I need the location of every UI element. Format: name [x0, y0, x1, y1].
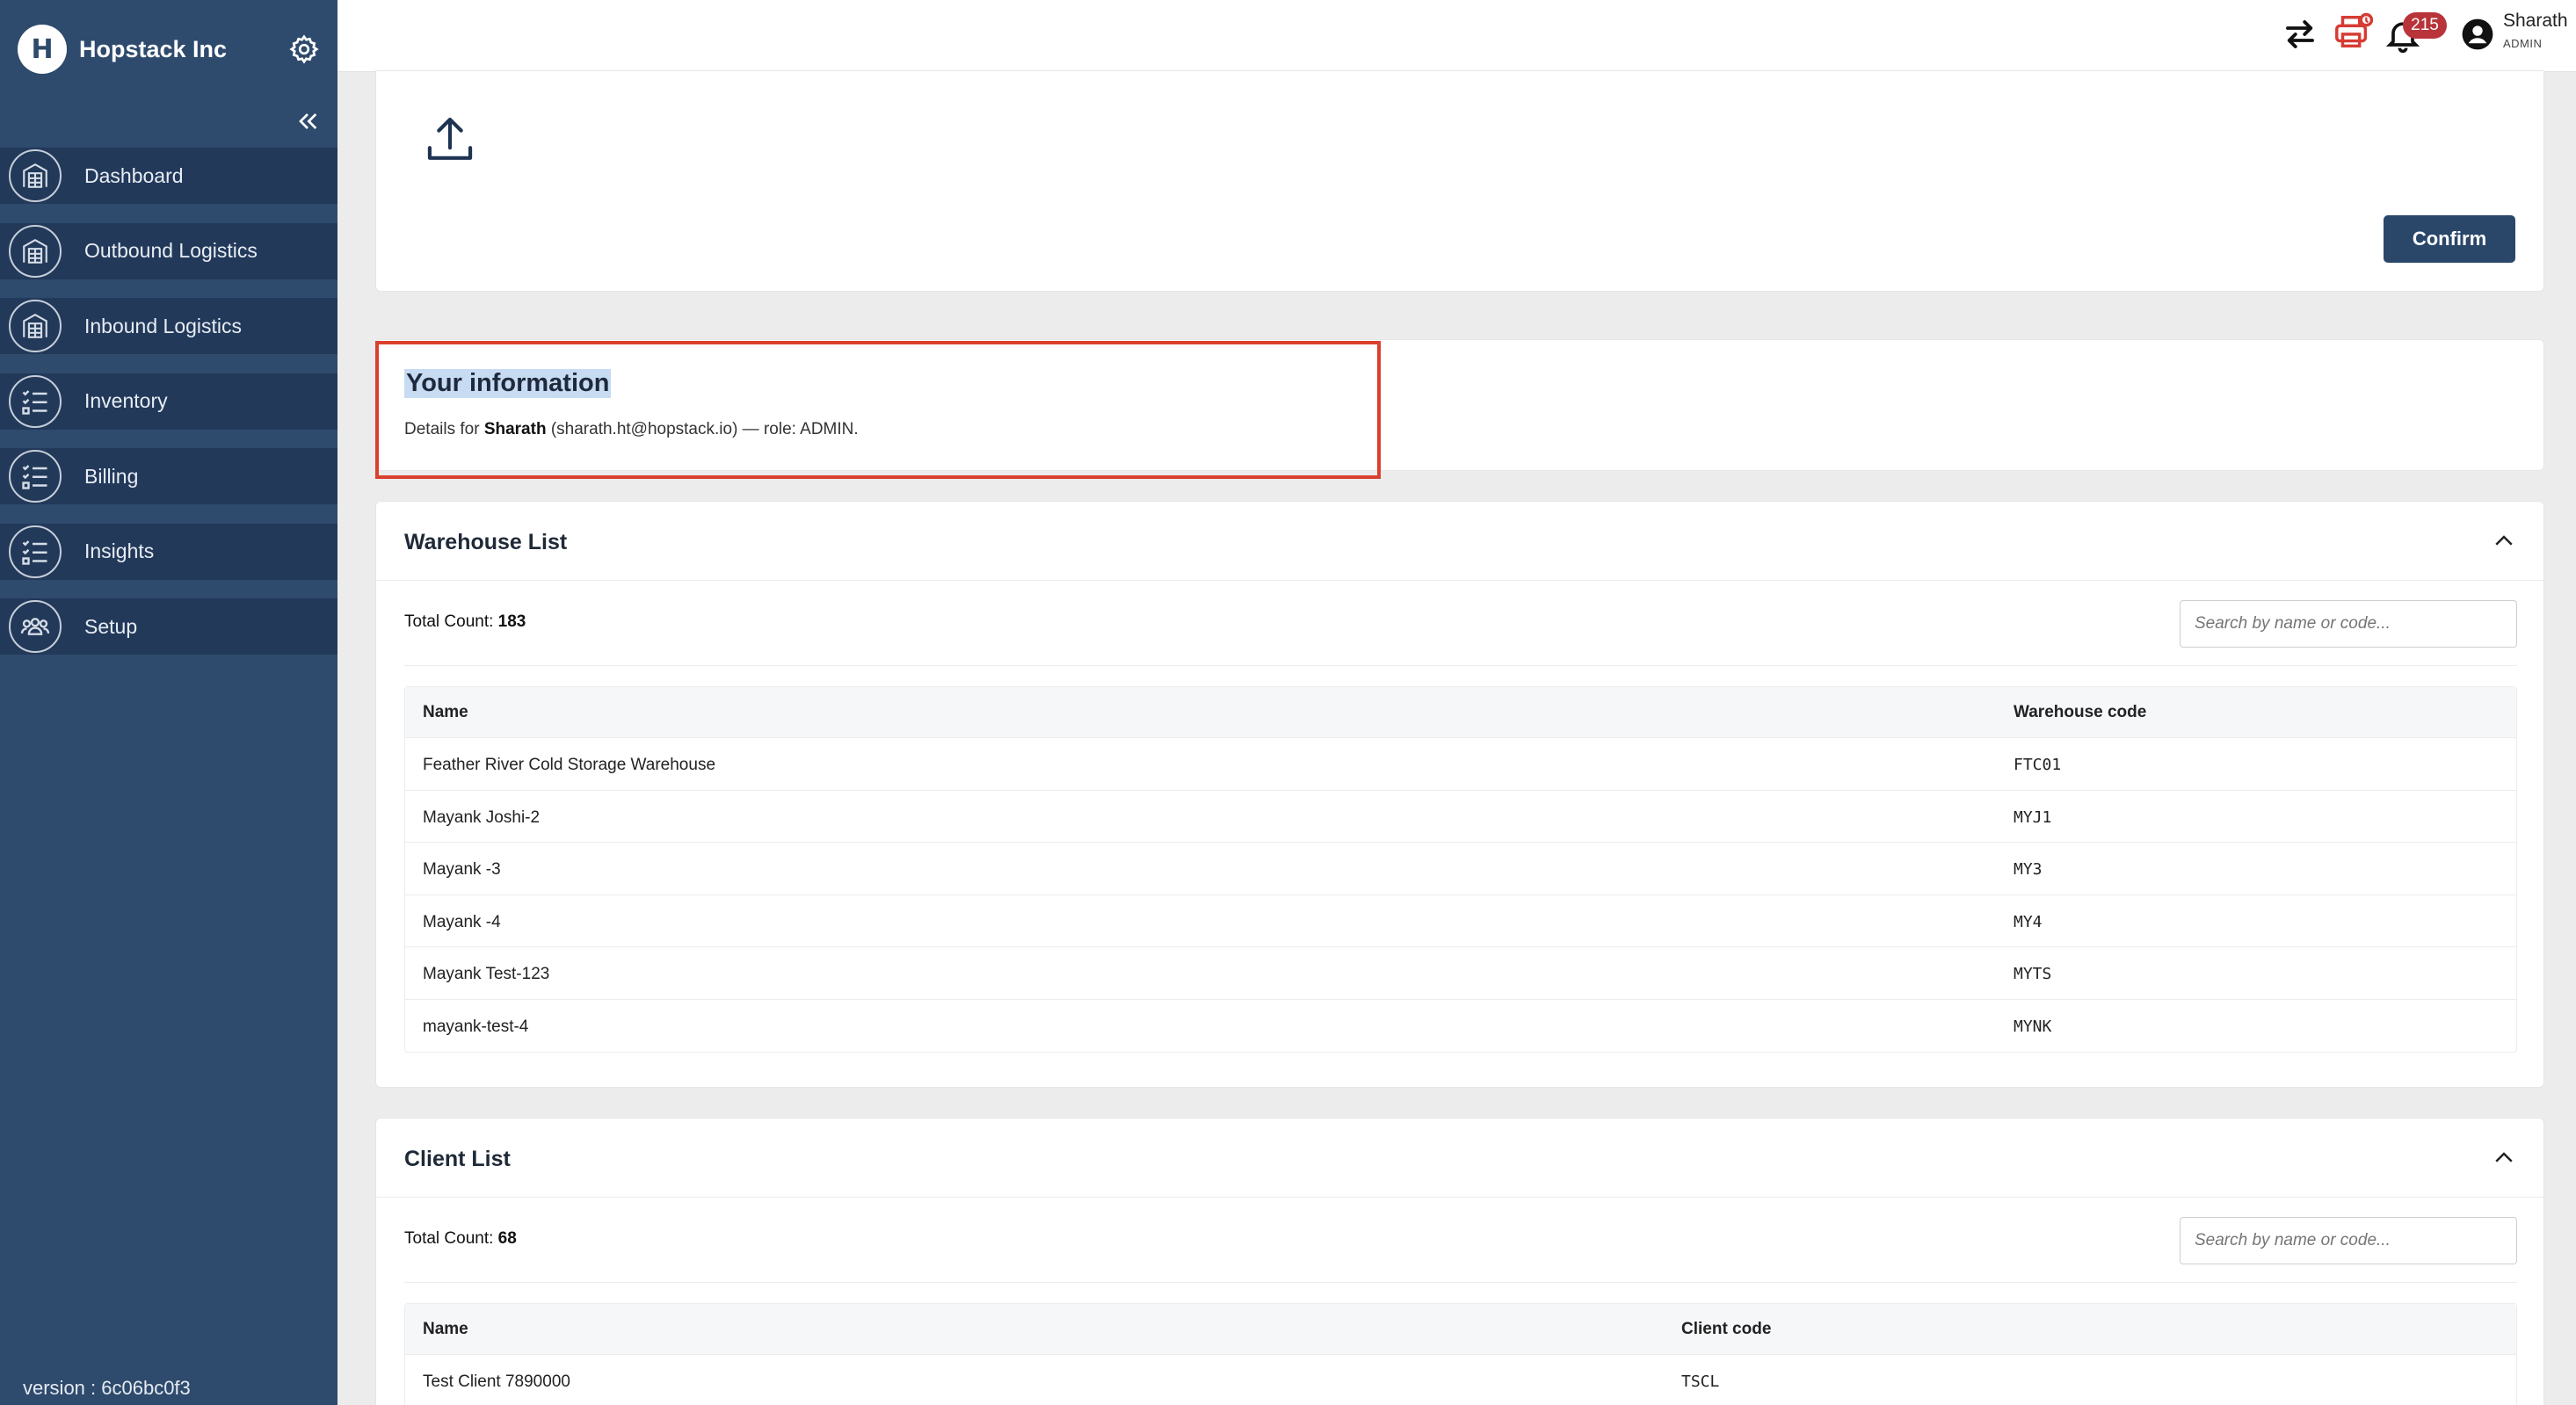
warehouse-icon — [9, 300, 62, 352]
upload-card: Confirm — [375, 70, 2544, 292]
user-name: Sharath — [2503, 11, 2568, 31]
client-name: Test Client 7890000 — [423, 1372, 570, 1391]
client-search-input[interactable] — [2180, 1217, 2517, 1264]
table-row[interactable]: Mayank -4 MY4 — [405, 895, 2516, 947]
sidebar-item-setup[interactable]: Setup — [0, 598, 337, 655]
warehouse-list-header[interactable]: Warehouse List — [376, 502, 2543, 581]
notification-badge[interactable]: 215 — [2403, 12, 2447, 39]
upload-icon[interactable] — [425, 113, 475, 166]
user-menu[interactable]: Sharath ADMIN — [2503, 11, 2568, 50]
confirm-button[interactable]: Confirm — [2384, 215, 2515, 263]
table-row[interactable]: Mayank Joshi-2 MYJ1 — [405, 791, 2516, 843]
sidebar-item-label: Outbound Logistics — [84, 239, 258, 262]
brand-name: Hopstack Inc — [79, 35, 228, 62]
warehouse-code: MYJ1 — [2014, 808, 2052, 827]
warehouse-name: Mayank -3 — [423, 860, 501, 879]
version-label: version : 6c06bc0f3 — [23, 1377, 191, 1399]
user-info-details: Details for Sharath (sharath.ht@hopstack… — [404, 420, 859, 438]
table-row[interactable]: mayank-test-4 MYNK — [405, 1000, 2516, 1053]
sidebar-item-insights[interactable]: Insights — [0, 523, 337, 580]
brand-logo-icon: H — [18, 25, 67, 74]
sidebar: H Hopstack Inc Dashboard Outbound Logist… — [0, 0, 337, 1405]
client-table: Name Client code Test Client 7890000 TSC… — [404, 1303, 2517, 1405]
user-avatar-icon[interactable] — [2461, 18, 2494, 51]
warehouse-name: Mayank -4 — [423, 912, 501, 931]
warehouse-total-count: Total Count: 183 — [404, 612, 526, 631]
client-total-count: Total Count: 68 — [404, 1229, 517, 1248]
sidebar-nav: Dashboard Outbound Logistics Inbound Log… — [0, 148, 337, 674]
table-row[interactable]: Feather River Cold Storage Warehouse FTC… — [405, 738, 2516, 791]
selection-highlight — [375, 341, 1381, 479]
warehouse-code: MY4 — [2014, 912, 2043, 931]
warehouse-icon — [9, 149, 62, 202]
gear-icon[interactable] — [288, 33, 320, 65]
brand[interactable]: H Hopstack Inc — [18, 25, 227, 74]
divider — [404, 665, 2517, 666]
sidebar-item-inbound-logistics[interactable]: Inbound Logistics — [0, 298, 337, 354]
column-header-name[interactable]: Name — [423, 1320, 468, 1339]
user-info-title: Your information — [404, 369, 612, 398]
sidebar-item-outbound-logistics[interactable]: Outbound Logistics — [0, 222, 337, 279]
client-list-title: Client List — [404, 1147, 511, 1171]
sidebar-item-inventory[interactable]: Inventory — [0, 373, 337, 430]
warehouse-name: mayank-test-4 — [423, 1017, 529, 1036]
sidebar-item-label: Setup — [84, 614, 138, 638]
sidebar-item-label: Billing — [84, 464, 139, 488]
checklist-icon — [9, 450, 62, 503]
chevron-up-icon[interactable] — [2491, 528, 2517, 554]
warehouse-list-title: Warehouse List — [404, 530, 568, 554]
sidebar-item-label: Insights — [84, 540, 155, 562]
checklist-icon — [9, 525, 62, 578]
sidebar-item-label: Inbound Logistics — [84, 314, 243, 337]
warehouse-name: Mayank Joshi-2 — [423, 808, 541, 827]
warehouse-code: FTC01 — [2014, 756, 2062, 774]
client-code: TSCL — [1681, 1372, 1720, 1391]
table-row[interactable]: Test Client 7890000 TSCL — [405, 1355, 2516, 1405]
warehouse-table: Name Warehouse code Feather River Cold S… — [404, 686, 2517, 1053]
table-header: Name Warehouse code — [405, 687, 2516, 738]
people-icon — [9, 600, 62, 653]
user-role: ADMIN — [2503, 37, 2543, 50]
column-header-name[interactable]: Name — [423, 703, 468, 722]
client-list-card: Client List Total Count: 68 Name Client … — [375, 1118, 2544, 1405]
column-header-client-code[interactable]: Client code — [1681, 1320, 1771, 1339]
column-header-warehouse-code[interactable]: Warehouse code — [2014, 703, 2146, 722]
printer-icon[interactable] — [2333, 12, 2373, 53]
switch-warehouse-icon[interactable] — [2282, 16, 2318, 53]
table-row[interactable]: Mayank -3 MY3 — [405, 843, 2516, 895]
topbar — [337, 0, 2576, 72]
table-header: Name Client code — [405, 1304, 2516, 1355]
table-row[interactable]: Mayank Test-123 MYTS — [405, 947, 2516, 1000]
chevron-up-icon[interactable] — [2491, 1145, 2517, 1171]
divider — [404, 1282, 2517, 1283]
collapse-sidebar-icon[interactable] — [294, 107, 322, 135]
warehouse-name: Feather River Cold Storage Warehouse — [423, 756, 716, 774]
sidebar-item-billing[interactable]: Billing — [0, 448, 337, 504]
warehouse-search-input[interactable] — [2180, 600, 2517, 648]
warehouse-name: Mayank Test-123 — [423, 965, 550, 983]
warehouse-code: MYTS — [2014, 965, 2052, 983]
checklist-icon — [9, 374, 62, 428]
sidebar-item-label: Dashboard — [84, 163, 184, 187]
warehouse-list-card: Warehouse List Total Count: 183 Name War… — [375, 501, 2544, 1088]
client-list-header[interactable]: Client List — [376, 1119, 2543, 1198]
warehouse-code: MY3 — [2014, 860, 2043, 879]
warehouse-code: MYNK — [2014, 1017, 2052, 1036]
sidebar-item-label: Inventory — [84, 389, 168, 412]
warehouse-icon — [9, 224, 62, 278]
sidebar-item-dashboard[interactable]: Dashboard — [0, 148, 337, 204]
